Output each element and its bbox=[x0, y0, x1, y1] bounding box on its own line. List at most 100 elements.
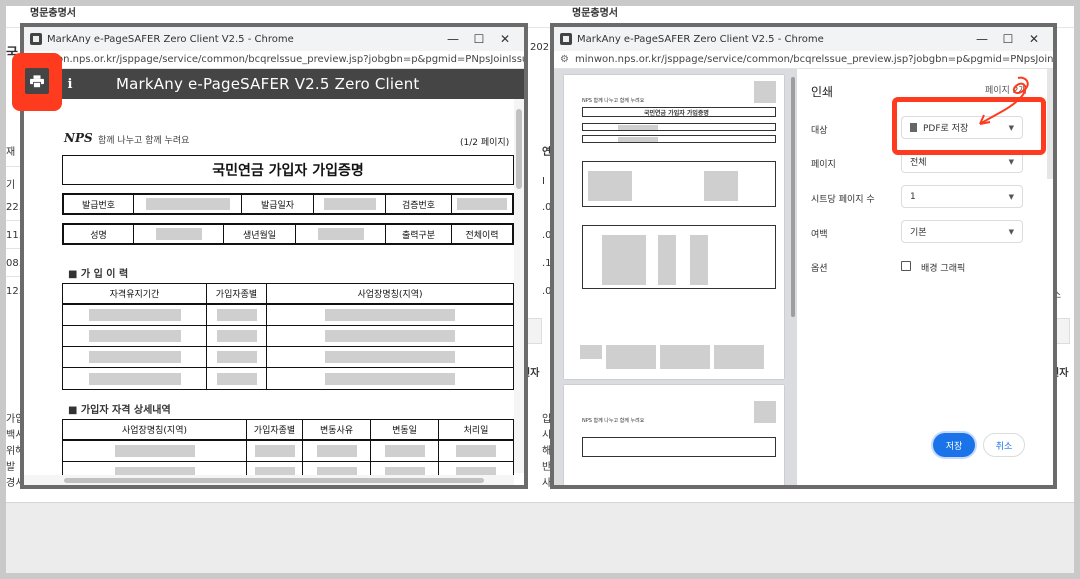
background-divider bbox=[6, 220, 20, 221]
viewer-titlebar: MarkAny e-PageSAFER Zero Client V2.5 - C… bbox=[24, 27, 524, 51]
print-url-bar[interactable]: ⚙ minwon.nps.or.kr/jsppage/service/commo… bbox=[554, 51, 1053, 69]
preview-row bbox=[582, 123, 776, 131]
print-heading: 인쇄 bbox=[811, 85, 834, 99]
maximize-button[interactable]: ☐ bbox=[995, 32, 1021, 46]
print-preview-pane[interactable]: NPS 함께 나누고 함께 누려요 국민연금 가입자 가입증명 NPS 함께 나… bbox=[554, 69, 797, 485]
col-header: 자격유지기간 bbox=[63, 284, 207, 303]
per-sheet-value: 1 bbox=[910, 191, 916, 202]
margins-select[interactable]: 기본 ▼ bbox=[901, 220, 1023, 243]
margins-value: 기본 bbox=[910, 228, 927, 238]
cancel-button[interactable]: 취소 bbox=[983, 433, 1025, 457]
app-favicon-icon bbox=[30, 33, 42, 45]
birth-date-value bbox=[296, 225, 386, 243]
output-type-value: 전체이력 bbox=[465, 230, 499, 241]
col-header: 사업장명칭(지역) bbox=[357, 290, 423, 300]
col-header: 가입자종별 bbox=[207, 284, 267, 303]
print-titlebar: MarkAny e-PageSAFER Zero Client V2.5 - C… bbox=[554, 27, 1053, 51]
col-header: 사업장명칭(지역) bbox=[63, 420, 247, 439]
issue-number-value bbox=[134, 195, 242, 213]
scroll-thumb[interactable] bbox=[516, 109, 522, 189]
table-row bbox=[63, 305, 513, 326]
destination-label: 대상 bbox=[811, 126, 828, 136]
verify-number-label: 검증번호 bbox=[386, 195, 452, 213]
col-header: 가입자종별 bbox=[247, 420, 303, 439]
preview-blank bbox=[660, 345, 710, 369]
horizontal-scrollbar[interactable] bbox=[24, 475, 514, 485]
pages-label: 페이지 bbox=[811, 160, 836, 170]
site-settings-icon[interactable]: ⚙ bbox=[560, 54, 569, 65]
scroll-thumb[interactable] bbox=[64, 478, 484, 483]
issue-date-label: 발급일자 bbox=[242, 195, 314, 213]
background-header-label: 명문충명서 bbox=[30, 8, 76, 19]
table-row bbox=[63, 347, 513, 368]
preview-qr bbox=[754, 401, 776, 423]
options-label: 옵션 bbox=[811, 264, 828, 274]
preview-page-2: NPS 함께 나누고 함께 누려요 bbox=[564, 385, 784, 485]
viewer-url-bar[interactable]: minwon.nps.or.kr/jsppage/service/common/… bbox=[24, 51, 524, 69]
viewer-url-text: minwon.nps.or.kr/jsppage/service/common/… bbox=[30, 54, 524, 65]
person-info-row: 성명 생년월일 출력구분 전체이력 bbox=[62, 223, 514, 245]
preview-blank bbox=[690, 235, 708, 285]
background-divider bbox=[6, 166, 20, 167]
col-header: 변동사유 bbox=[303, 420, 371, 439]
per-sheet-select[interactable]: 1 ▼ bbox=[901, 185, 1023, 208]
maximize-button[interactable]: ☐ bbox=[466, 32, 492, 46]
close-button[interactable]: ✕ bbox=[1021, 32, 1047, 46]
preview-blank bbox=[606, 345, 656, 369]
viewer-window-title: MarkAny e-PageSAFER Zero Client V2.5 - C… bbox=[47, 33, 294, 45]
background-graphics-label: 배경 그래픽 bbox=[921, 264, 966, 274]
viewer-window: MarkAny e-PageSAFER Zero Client V2.5 - C… bbox=[20, 23, 528, 489]
nps-slogan: 함께 나누고 함께 누려요 bbox=[98, 136, 190, 146]
preview-blank bbox=[658, 235, 676, 285]
name-label: 성명 bbox=[64, 225, 134, 243]
viewer-toolbar: i MarkAny e-PageSAFER V2.5 Zero Client bbox=[24, 69, 524, 99]
birth-date-label: 생년월일 bbox=[224, 225, 296, 243]
vertical-scrollbar[interactable] bbox=[514, 99, 524, 473]
nps-logo: NPS bbox=[64, 131, 93, 145]
name-value bbox=[134, 225, 224, 243]
preview-blank bbox=[618, 125, 658, 130]
output-type-label: 출력구분 bbox=[386, 225, 452, 243]
preview-row bbox=[582, 135, 776, 143]
print-button-highlighted[interactable] bbox=[25, 68, 49, 94]
info-icon: i bbox=[67, 76, 73, 92]
background-col-label: 재 bbox=[6, 147, 16, 158]
table-row bbox=[63, 441, 513, 462]
settings-scrollbar[interactable] bbox=[1047, 69, 1053, 179]
verify-number-value bbox=[452, 195, 512, 213]
preview-qr bbox=[754, 81, 776, 103]
preview-slogan: NPS 함께 나누고 함께 누려요 bbox=[582, 98, 645, 104]
margins-label: 여백 bbox=[811, 230, 828, 240]
preview-blank bbox=[580, 345, 602, 359]
chevron-down-icon: ▼ bbox=[1008, 192, 1014, 201]
background-footer-area bbox=[6, 502, 1074, 573]
background-header-label-right: 명문충명서 bbox=[572, 8, 618, 19]
page-indicator: (1/2 페이지) bbox=[460, 138, 510, 148]
table-header-row: 사업장명칭(지역) 가입자종별 변동사유 변동일 처리일 bbox=[63, 420, 513, 441]
minimize-button[interactable]: — bbox=[969, 32, 995, 46]
background-col-label: 기 bbox=[6, 180, 16, 191]
info-button[interactable]: i bbox=[60, 74, 80, 94]
chevron-down-icon: ▼ bbox=[1008, 157, 1014, 166]
preview-title: 국민연금 가입자 가입증명 bbox=[644, 110, 709, 117]
preview-scroll-thumb[interactable] bbox=[791, 77, 795, 317]
document-viewport[interactable]: NPS 함께 나누고 함께 누려요 (1/2 페이지) 국민연금 가입자 가입증… bbox=[24, 99, 524, 485]
table-row bbox=[63, 368, 513, 389]
background-graphics-checkbox[interactable] bbox=[901, 261, 911, 271]
save-button[interactable]: 저장 bbox=[933, 433, 975, 457]
issue-number-label: 발급번호 bbox=[64, 195, 134, 213]
printer-icon bbox=[30, 74, 44, 88]
table-row bbox=[63, 326, 513, 347]
preview-slogan: NPS 함께 나누고 함께 누려요 bbox=[582, 418, 645, 424]
close-button[interactable]: ✕ bbox=[492, 32, 518, 46]
viewer-toolbar-title: MarkAny e-PageSAFER V2.5 Zero Client bbox=[116, 75, 420, 93]
preview-blank bbox=[618, 137, 658, 142]
preview-blank bbox=[602, 235, 646, 285]
pages-value: 전체 bbox=[910, 158, 927, 168]
minimize-button[interactable]: — bbox=[440, 32, 466, 46]
pointer-arrow-icon bbox=[979, 76, 1029, 125]
background-divider bbox=[6, 248, 20, 249]
preview-page-1: NPS 함께 나누고 함께 누려요 국민연금 가입자 가입증명 bbox=[564, 75, 784, 379]
background-mid-label: I bbox=[542, 176, 545, 187]
preview-blank bbox=[588, 171, 632, 201]
